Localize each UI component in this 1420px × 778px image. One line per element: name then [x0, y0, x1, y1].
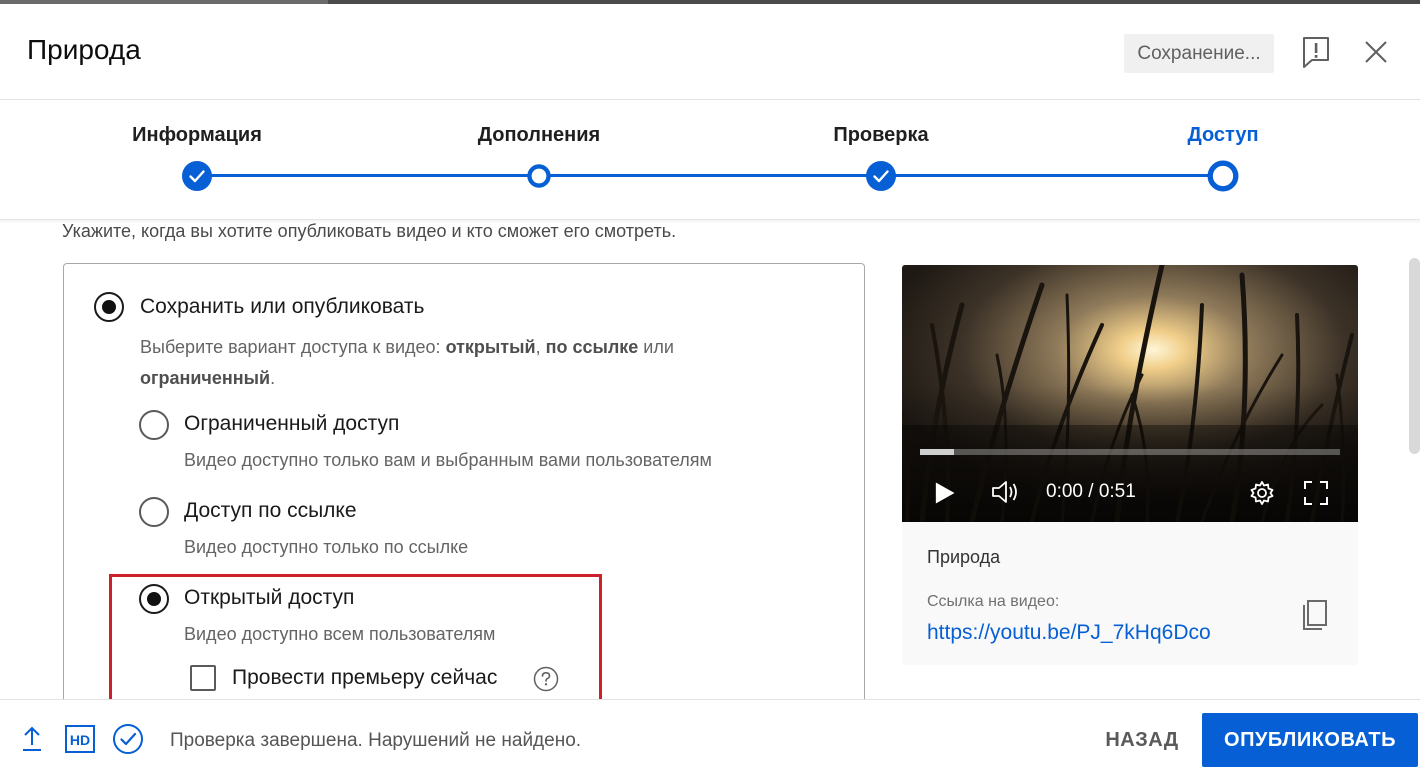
upload-icon[interactable]	[20, 725, 44, 753]
desc-prefix: Выберите вариант доступа к видео:	[140, 337, 446, 357]
dialog-title: Природа	[27, 34, 141, 65]
step-checks-label[interactable]: Проверка	[833, 124, 928, 147]
desc-public: открытый	[445, 337, 536, 357]
video-timecode: 0:00 / 0:51	[1046, 481, 1136, 502]
save-or-publish-title: Сохранить или опубликовать	[140, 295, 425, 318]
feedback-icon[interactable]	[1298, 34, 1334, 70]
saving-status-badge: Сохранение...	[1124, 34, 1274, 73]
step-info-check-icon[interactable]	[182, 161, 212, 191]
save-or-publish-desc: Выберите вариант доступа к видео: открыт…	[140, 332, 780, 394]
publish-button[interactable]: ОПУБЛИКОВАТЬ	[1202, 713, 1418, 767]
desc-period: .	[270, 368, 276, 388]
unlisted-desc: Видео доступно только по ссылке	[184, 537, 469, 557]
desc-unlisted: по ссылке	[545, 337, 639, 357]
desc-private: ограниченный	[140, 368, 271, 388]
step-checks-check-icon[interactable]	[866, 161, 896, 191]
hd-icon[interactable]: HD	[65, 725, 95, 753]
visibility-content: Укажите, когда вы хотите опубликовать ви…	[0, 221, 1420, 699]
step-visibility-label[interactable]: Доступ	[1187, 124, 1258, 147]
fullscreen-icon[interactable]	[1302, 479, 1330, 507]
close-icon[interactable]	[1358, 34, 1394, 70]
checks-status-text: Проверка завершена. Нарушений не найдено…	[170, 730, 582, 751]
step-visibility-current-icon[interactable]	[1207, 160, 1239, 192]
private-desc: Видео доступно только вам и выбранным ва…	[184, 450, 712, 470]
video-link-url[interactable]: https://youtu.be/PJ_7kHq6Dco	[927, 621, 1211, 645]
private-title[interactable]: Ограниченный доступ	[184, 412, 399, 436]
desc-or: или	[638, 337, 674, 357]
video-progress-fill	[920, 449, 954, 455]
visibility-instruction: Укажите, когда вы хотите опубликовать ви…	[62, 221, 677, 241]
private-radio[interactable]	[139, 410, 169, 440]
video-player[interactable]: 0:00 / 0:51	[902, 265, 1358, 522]
annotation-highlight-box	[109, 574, 602, 699]
step-info-label[interactable]: Информация	[132, 124, 262, 147]
video-preview-panel: 0:00 / 0:51 Природа Ссылка на видео: htt…	[902, 265, 1358, 665]
video-link-label: Ссылка на видео:	[927, 593, 1060, 610]
save-or-publish-radio[interactable]	[94, 292, 124, 322]
stepper-line	[196, 174, 1223, 177]
svg-text:HD: HD	[70, 732, 90, 748]
play-icon[interactable]	[930, 479, 958, 507]
unlisted-title[interactable]: Доступ по ссылке	[184, 499, 357, 523]
step-extras-node-icon[interactable]	[526, 163, 552, 189]
back-button[interactable]: НАЗАД	[1091, 714, 1193, 766]
settings-gear-icon[interactable]	[1248, 479, 1276, 507]
step-extras-label[interactable]: Дополнения	[478, 124, 600, 147]
copy-icon[interactable]	[1300, 599, 1330, 633]
video-progress-bar[interactable]	[920, 449, 1340, 455]
upload-stepper: Информация Дополнения Проверка Доступ	[0, 100, 1420, 220]
dialog-footer: HD Проверка завершена. Нарушений не найд…	[0, 699, 1420, 778]
preview-video-title: Природа	[927, 547, 1001, 567]
checks-complete-icon[interactable]	[112, 723, 144, 755]
dialog-header: Природа Сохранение...	[0, 4, 1420, 100]
content-scrollbar[interactable]	[1409, 258, 1420, 454]
desc-sep: ,	[535, 337, 546, 357]
unlisted-radio[interactable]	[139, 497, 169, 527]
volume-icon[interactable]	[990, 478, 1022, 506]
